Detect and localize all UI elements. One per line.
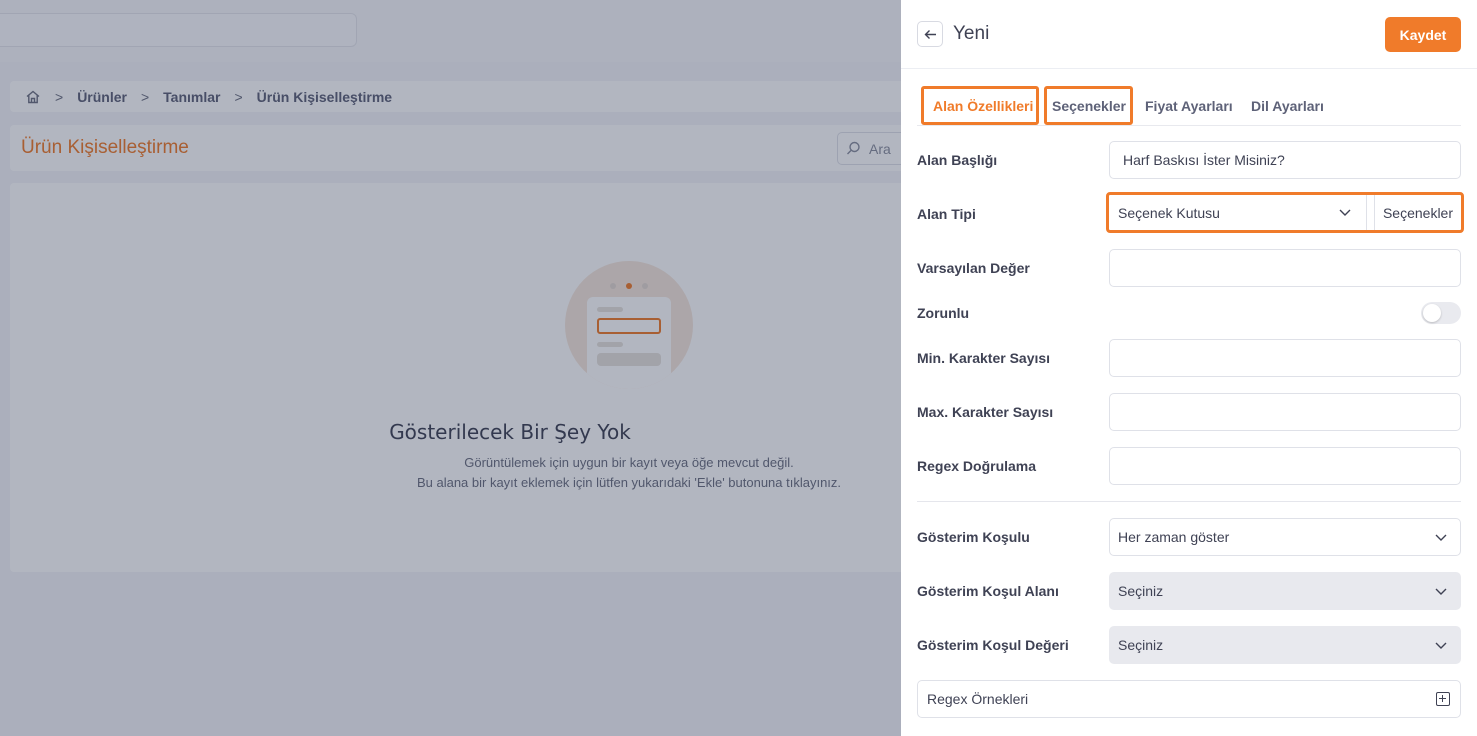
side-drawer: Yeni Kaydet Alan Özellikleri Seçenekler … (901, 0, 1477, 736)
gosterim-kosulu-value: Her zaman göster (1118, 529, 1230, 545)
toggle-knob (1423, 304, 1441, 322)
arrow-left-icon (924, 29, 936, 39)
min-karakter-input[interactable] (1109, 339, 1461, 377)
label-gosterim-kosulu: Gösterim Koşulu (917, 529, 1030, 545)
save-button[interactable]: Kaydet (1385, 17, 1461, 52)
back-button[interactable] (917, 21, 943, 47)
zorunlu-toggle[interactable] (1421, 302, 1461, 324)
label-zorunlu: Zorunlu (917, 305, 970, 321)
varsayilan-deger-input[interactable] (1109, 249, 1461, 287)
alan-tipi-combo: Seçenek Kutusu Seçenekler (1106, 192, 1464, 233)
highlight-tab-secenekler (1044, 86, 1133, 125)
label-varsayilan-deger: Varsayılan Değer (917, 260, 1030, 276)
label-alan-tipi: Alan Tipi (917, 206, 976, 222)
label-min-karakter: Min. Karakter Sayısı (917, 350, 1051, 366)
secenekler-button[interactable]: Seçenekler (1374, 195, 1461, 230)
drawer-header: Yeni Kaydet (901, 0, 1477, 69)
gosterim-kosulu-select[interactable]: Her zaman göster (1109, 518, 1461, 556)
gosterim-kosul-alani-value: Seçiniz (1118, 583, 1164, 599)
alan-tipi-value: Seçenek Kutusu (1118, 204, 1220, 221)
tab-fiyat-ayarlari[interactable]: Fiyat Ayarları (1145, 85, 1233, 126)
chevron-down-icon (1435, 588, 1447, 595)
regex-dogrulama-input[interactable] (1109, 447, 1461, 485)
plus-square-icon[interactable] (1436, 692, 1450, 706)
alan-basligi-input[interactable]: Harf Baskısı İster Misiniz? (1109, 141, 1461, 179)
max-karakter-input[interactable] (1109, 393, 1461, 431)
regex-ornekleri-label: Regex Örnekleri (927, 691, 1029, 707)
chevron-down-icon (1435, 534, 1447, 541)
label-alan-basligi: Alan Başlığı (917, 152, 998, 168)
regex-ornekleri-accordion[interactable]: Regex Örnekleri (917, 680, 1461, 718)
chevron-down-icon (1339, 209, 1351, 216)
label-regex-dogrulama: Regex Doğrulama (917, 458, 1037, 474)
gosterim-kosul-degeri-select[interactable]: Seçiniz (1109, 626, 1461, 664)
tab-dil-ayarlari[interactable]: Dil Ayarları (1251, 85, 1324, 126)
gosterim-kosul-degeri-value: Seçiniz (1118, 637, 1164, 653)
highlight-tab-alan-ozellikleri (921, 86, 1039, 125)
chevron-down-icon (1435, 642, 1447, 649)
section-divider (917, 501, 1461, 502)
drawer-title: Yeni (953, 23, 990, 44)
alan-tipi-select[interactable]: Seçenek Kutusu (1109, 195, 1367, 230)
gosterim-kosul-alani-select[interactable]: Seçiniz (1109, 572, 1461, 610)
label-gosterim-kosul-degeri: Gösterim Koşul Değeri (917, 637, 1069, 653)
label-max-karakter: Max. Karakter Sayısı (917, 404, 1054, 420)
label-gosterim-kosul-alani: Gösterim Koşul Alanı (917, 583, 1059, 599)
